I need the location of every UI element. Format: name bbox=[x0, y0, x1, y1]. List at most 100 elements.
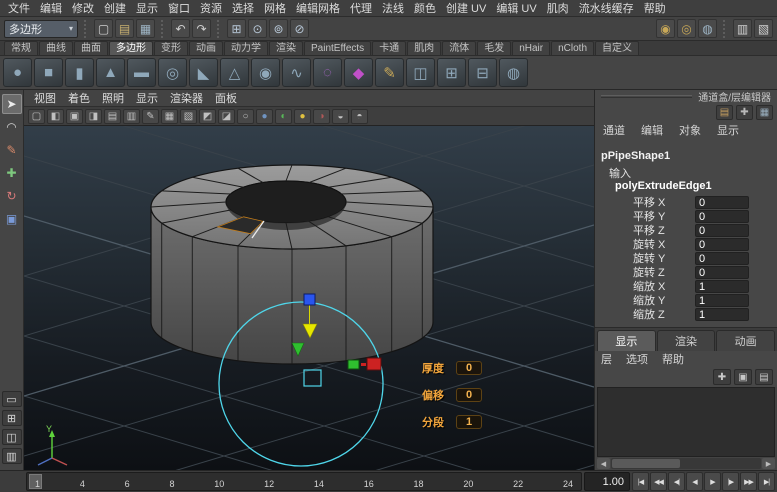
menu-item[interactable]: 编辑网格 bbox=[291, 0, 345, 16]
shelf-tab[interactable]: 自定义 bbox=[595, 41, 639, 55]
shelf-poly-plane-icon[interactable]: ▬ bbox=[127, 58, 156, 87]
shelf-tab[interactable]: 曲线 bbox=[39, 41, 73, 55]
go-to-end-button[interactable]: ▶| bbox=[758, 472, 775, 491]
shelf-tab[interactable]: 动力学 bbox=[224, 41, 268, 55]
redo-icon[interactable]: ↷ bbox=[192, 19, 211, 38]
shelf-tab[interactable]: 曲面 bbox=[74, 41, 108, 55]
shelf-tab[interactable]: 渲染 bbox=[269, 41, 303, 55]
save-scene-icon[interactable]: ▦ bbox=[136, 19, 155, 38]
shape-node-name[interactable]: pPipeShape1 bbox=[595, 150, 777, 165]
status-line-separator[interactable] bbox=[84, 20, 88, 38]
scrollbar-track[interactable] bbox=[611, 458, 761, 469]
pan-zoom-icon[interactable]: ▥ bbox=[123, 109, 140, 124]
layer-editor-menu-item[interactable]: 层 bbox=[601, 351, 612, 367]
resolution-gate-icon[interactable]: ◩ bbox=[199, 109, 216, 124]
menu-item[interactable]: 颜色 bbox=[409, 0, 441, 16]
channel-box-menu-item[interactable]: 显示 bbox=[717, 122, 739, 138]
menu-item[interactable]: 帮助 bbox=[639, 0, 671, 16]
layer-editor-tab[interactable]: 动画 bbox=[716, 330, 775, 351]
shelf-poly-pyramid-icon[interactable]: △ bbox=[220, 58, 249, 87]
shelf-sculpt-tool-icon[interactable]: ✎ bbox=[375, 58, 404, 87]
ipr-render-icon[interactable]: ◎ bbox=[677, 19, 696, 38]
snap-to-grid-icon[interactable]: ⊞ bbox=[227, 19, 246, 38]
scroll-left-icon[interactable]: ◀ bbox=[597, 458, 610, 469]
current-time-field[interactable]: 1.00 bbox=[584, 472, 630, 491]
shelf-tab[interactable]: nHair bbox=[512, 41, 550, 55]
shelf-tab[interactable]: PaintEffects bbox=[304, 41, 371, 55]
undo-icon[interactable]: ↶ bbox=[171, 19, 190, 38]
channel-manipulator-icon[interactable]: ✚ bbox=[736, 105, 753, 120]
selected-edge-handle[interactable] bbox=[304, 370, 321, 386]
select-tool[interactable]: ➤ bbox=[2, 94, 22, 114]
status-line-separator[interactable] bbox=[161, 20, 165, 38]
menu-item[interactable]: 编辑 UV bbox=[491, 0, 541, 16]
grease-pencil-icon[interactable]: ✎ bbox=[142, 109, 159, 124]
image-plane-icon[interactable]: ▤ bbox=[104, 109, 121, 124]
lock-camera-icon[interactable]: ◧ bbox=[47, 109, 64, 124]
shelf-poly-prism-icon[interactable]: ◣ bbox=[189, 58, 218, 87]
menu-item[interactable]: 显示 bbox=[131, 0, 163, 16]
step-forward-key-button[interactable]: |▶ bbox=[722, 472, 739, 491]
layer-list[interactable] bbox=[597, 387, 775, 457]
move-tool[interactable]: ✚ bbox=[2, 163, 22, 183]
time-slider[interactable]: 14681012141618202224 bbox=[26, 472, 582, 491]
hud-value-field[interactable]: 0 bbox=[456, 361, 482, 375]
menu-item[interactable]: 窗口 bbox=[163, 0, 195, 16]
layer-editor-menu-item[interactable]: 选项 bbox=[626, 351, 648, 367]
attribute-value-field[interactable]: 1 bbox=[695, 308, 749, 321]
menu-item[interactable]: 创建 UV bbox=[441, 0, 491, 16]
isolate-select-icon[interactable]: ◓ bbox=[351, 109, 368, 124]
shadows-icon[interactable]: ◑ bbox=[313, 109, 330, 124]
scale-tool[interactable]: ▣ bbox=[2, 209, 22, 229]
shelf-mirror-icon[interactable]: ◫ bbox=[406, 58, 435, 87]
play-forward-button[interactable]: ▶ bbox=[704, 472, 721, 491]
attribute-value-field[interactable]: 1 bbox=[695, 280, 749, 293]
shelf-poly-torus-icon[interactable]: ◎ bbox=[158, 58, 187, 87]
shelf-tab[interactable]: 流体 bbox=[442, 41, 476, 55]
shelf-poly-cube-icon[interactable]: ■ bbox=[34, 58, 63, 87]
shelf-poly-pipe-icon[interactable]: ◉ bbox=[251, 58, 280, 87]
shelf-tab[interactable]: 多边形 bbox=[109, 41, 153, 55]
shelf-tab[interactable]: 动画 bbox=[189, 41, 223, 55]
film-gate-icon[interactable]: ▧ bbox=[180, 109, 197, 124]
input-node-name[interactable]: polyExtrudeEdge1 bbox=[595, 180, 777, 195]
camera-select-icon[interactable]: ▢ bbox=[28, 109, 45, 124]
offset-handle-red[interactable] bbox=[367, 358, 381, 370]
shelf-tab[interactable]: 毛发 bbox=[477, 41, 511, 55]
snap-to-point-icon[interactable]: ⊚ bbox=[269, 19, 288, 38]
layout-outliner-pane-button[interactable]: ▥ bbox=[2, 448, 22, 464]
use-all-lights-icon[interactable]: ● bbox=[294, 109, 311, 124]
menu-item[interactable]: 网格 bbox=[259, 0, 291, 16]
shaded-mode-icon[interactable]: ● bbox=[256, 109, 273, 124]
menu-item[interactable]: 流水线缓存 bbox=[574, 0, 639, 16]
attribute-value-field[interactable]: 1 bbox=[695, 294, 749, 307]
snap-to-plane-icon[interactable]: ⊘ bbox=[290, 19, 309, 38]
attribute-value-field[interactable]: 0 bbox=[695, 252, 749, 265]
viewport-menu-item[interactable]: 视图 bbox=[28, 90, 62, 106]
channel-box-menu-item[interactable]: 通道 bbox=[603, 122, 625, 138]
viewport-menu-item[interactable]: 照明 bbox=[96, 90, 130, 106]
viewport-menu-item[interactable]: 着色 bbox=[62, 90, 96, 106]
shelf-poly-sphere-icon[interactable]: ● bbox=[3, 58, 32, 87]
layout-split-pane-button[interactable]: ◫ bbox=[2, 429, 22, 445]
shelf-poly-cone-icon[interactable]: ▲ bbox=[96, 58, 125, 87]
step-forward-frame-button[interactable]: ▶▶ bbox=[740, 472, 757, 491]
snap-to-curve-icon[interactable]: ⊙ bbox=[248, 19, 267, 38]
render-settings-icon[interactable]: ◍ bbox=[698, 19, 717, 38]
paint-select-tool[interactable]: ✎ bbox=[2, 140, 22, 160]
layer-options-icon[interactable]: ▤ bbox=[755, 369, 773, 385]
shelf-combine-icon[interactable]: ⊞ bbox=[437, 58, 466, 87]
attribute-value-field[interactable]: 0 bbox=[695, 196, 749, 209]
shelf-platonic-solid-icon[interactable]: ◆ bbox=[344, 58, 373, 87]
new-layer-from-selected-icon[interactable]: ▣ bbox=[734, 369, 752, 385]
hud-value-field[interactable]: 1 bbox=[456, 415, 482, 429]
shelf-poly-helix-icon[interactable]: ∿ bbox=[282, 58, 311, 87]
shelf-tab[interactable]: 变形 bbox=[154, 41, 188, 55]
bookmark-icon[interactable]: ◨ bbox=[85, 109, 102, 124]
attribute-value-field[interactable]: 0 bbox=[695, 238, 749, 251]
layout-four-pane-button[interactable]: ⊞ bbox=[2, 410, 22, 426]
gate-mask-icon[interactable]: ◪ bbox=[218, 109, 235, 124]
grid-toggle-icon[interactable]: ▦ bbox=[161, 109, 178, 124]
attribute-value-field[interactable]: 0 bbox=[695, 224, 749, 237]
menu-item[interactable]: 文件 bbox=[3, 0, 35, 16]
